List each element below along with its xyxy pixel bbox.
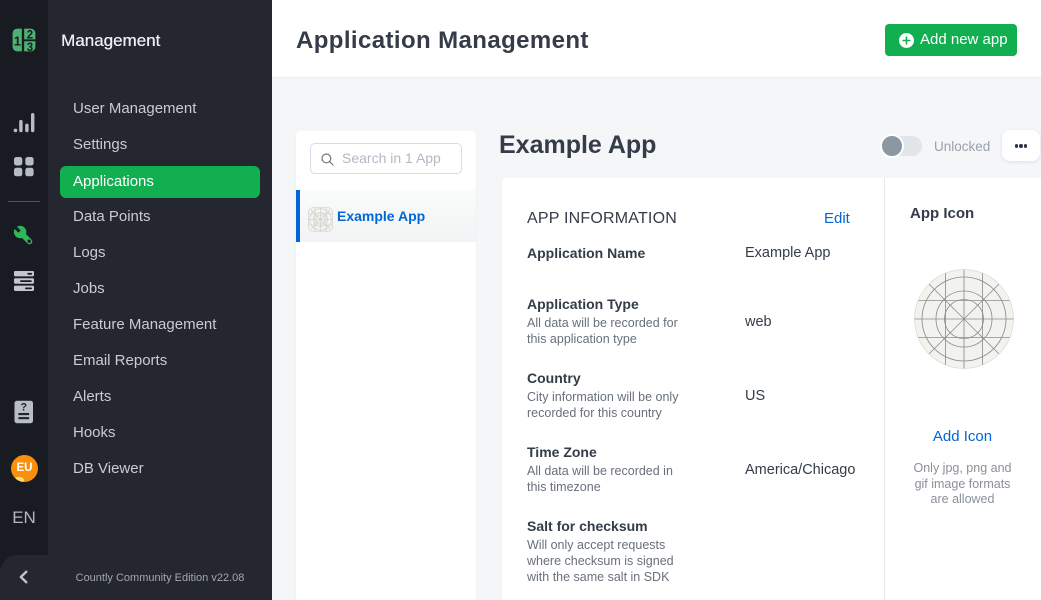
svg-text:3: 3	[27, 42, 33, 52]
svg-text:1: 1	[14, 33, 21, 48]
svg-text:2: 2	[27, 30, 33, 42]
svg-text:?: ?	[20, 402, 27, 414]
